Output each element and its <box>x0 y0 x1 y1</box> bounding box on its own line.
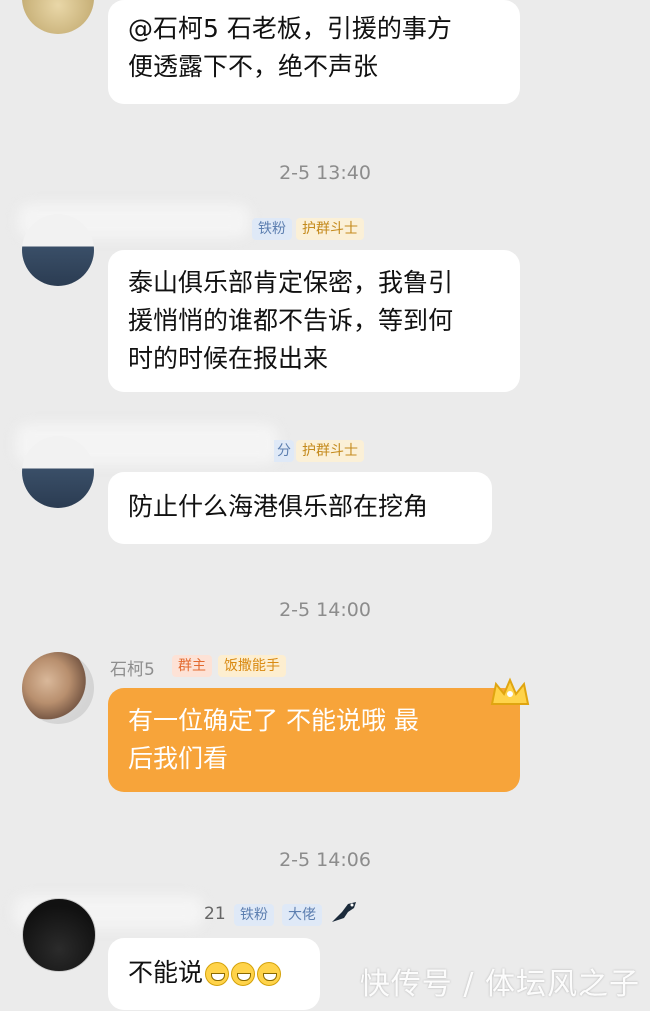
message-bubble[interactable]: 泰山俱乐部肯定保密，我鲁引 援悄悄的谁都不告诉，等到何 时的时候在报出来 <box>108 250 520 392</box>
magpie-icon <box>330 898 360 926</box>
message-bubble[interactable]: 防止什么海港俱乐部在挖角 <box>108 472 492 544</box>
watermark: 快传号 / 体坛风之子 <box>359 967 640 1002</box>
badge-expert: 饭撒能手 <box>218 655 286 677</box>
message-text: 泰山俱乐部肯定保密，我鲁引 <box>128 268 454 297</box>
crown-icon <box>488 674 532 710</box>
badge-fan-partial: 分 <box>274 440 294 462</box>
message-text: 便透露下不，绝不声张 <box>128 52 379 81</box>
avatar[interactable] <box>22 214 94 286</box>
badge-guardian: 护群斗士 <box>296 440 364 462</box>
avatar[interactable] <box>22 898 96 972</box>
badge-group-owner: 群主 <box>172 655 212 677</box>
sender-name[interactable]: 石柯5 <box>110 655 155 680</box>
message-bubble[interactable]: 不能说 <box>108 938 320 1010</box>
message-text: 有一位确定了 不能说哦 最 <box>128 706 419 735</box>
message-text: 后我们看 <box>128 744 229 773</box>
avatar[interactable] <box>22 436 94 508</box>
avatar-group-owner[interactable] <box>22 652 94 724</box>
message-bubble[interactable]: @石柯5 石老板，引援的事方 便透露下不，绝不声张 <box>108 0 520 104</box>
grin-emoji-icon <box>231 962 256 986</box>
sender-name-partial: 21 <box>204 904 226 924</box>
message-text: 防止什么海港俱乐部在挖角 <box>128 492 429 521</box>
timestamp: 2-5 13:40 <box>279 162 371 184</box>
badge-fan: 铁粉 <box>252 218 292 240</box>
message-text: 时的时候在报出来 <box>128 344 329 373</box>
timestamp: 2-5 14:06 <box>279 849 371 871</box>
badge-guardian: 护群斗士 <box>296 218 364 240</box>
message-text: @石柯5 石老板，引援的事方 <box>128 14 452 43</box>
message-text: 援悄悄的谁都不告诉，等到何 <box>128 306 454 335</box>
avatar[interactable] <box>22 0 94 34</box>
badge-boss: 大佬 <box>282 904 322 926</box>
grin-emoji-icon <box>257 962 282 986</box>
message-bubble-owner[interactable]: 有一位确定了 不能说哦 最 后我们看 <box>108 688 520 792</box>
message-text: 不能说 <box>128 958 204 987</box>
grin-emoji-icon <box>205 962 230 986</box>
timestamp: 2-5 14:00 <box>279 599 371 621</box>
badge-fan: 铁粉 <box>234 904 274 926</box>
